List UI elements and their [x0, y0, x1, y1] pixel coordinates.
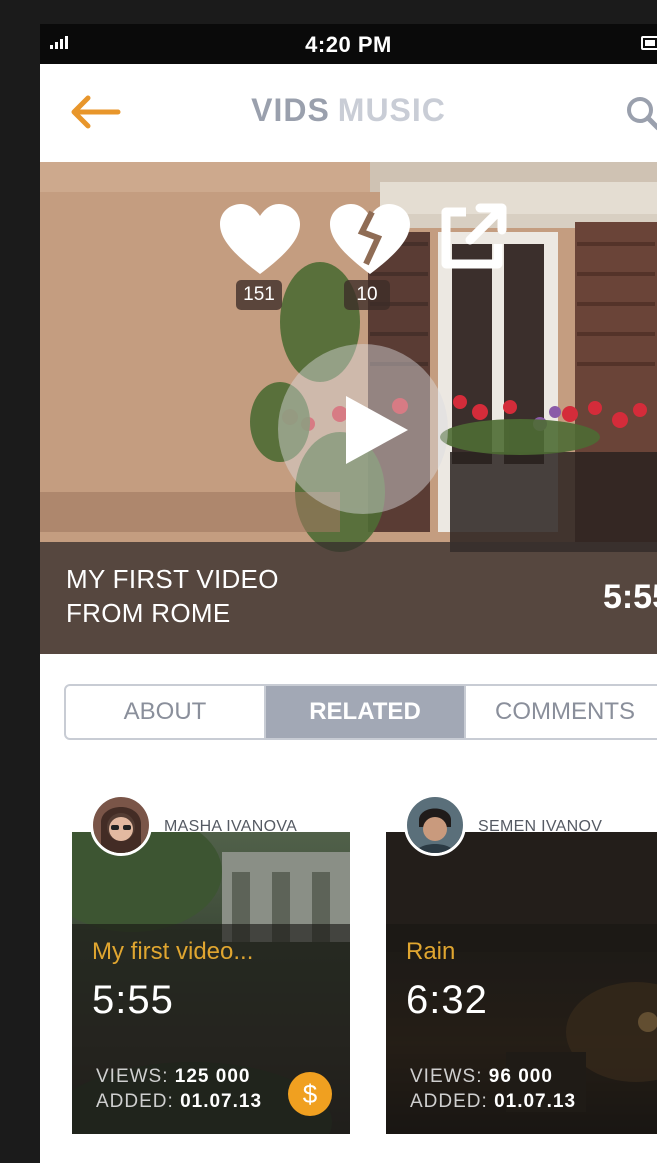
tab-comments[interactable]: COMMENTS — [466, 686, 657, 738]
avatar-image — [407, 797, 463, 853]
broken-heart-icon[interactable] — [328, 202, 412, 278]
video-title: My first video... — [92, 938, 254, 965]
author-name[interactable]: SEMEN IVANOV — [478, 818, 602, 836]
video-duration: 6:32 — [406, 978, 488, 1022]
share-icon[interactable] — [436, 202, 512, 274]
play-icon — [346, 396, 408, 464]
video-title: Rain — [406, 938, 456, 965]
avatar[interactable] — [90, 794, 152, 856]
author-name[interactable]: MASHA IVANOVA — [164, 818, 297, 836]
phone-screen: 4:20 PM VIDS MUSIC 151 10 MY FIRST VIDEO… — [40, 24, 657, 1163]
tab-vids[interactable]: VIDS — [251, 92, 330, 128]
video-caption-bar: MY FIRST VIDEO FROM ROME 5:55 — [40, 542, 657, 654]
nav-bar: VIDS MUSIC — [40, 64, 657, 162]
dislikes-count: 10 — [344, 280, 390, 310]
play-button[interactable] — [278, 344, 448, 514]
related-video-card[interactable]: My first video... 5:55 VIEWS: 125 000 AD… — [72, 794, 350, 1134]
search-icon[interactable] — [624, 94, 657, 134]
likes-count: 151 — [236, 280, 282, 310]
video-title: MY FIRST VIDEO FROM ROME — [66, 564, 279, 628]
video-player[interactable]: 151 10 MY FIRST VIDEO FROM ROME 5:55 — [40, 162, 657, 654]
battery-icon — [641, 36, 657, 50]
avatar[interactable] — [404, 794, 466, 856]
tab-about[interactable]: ABOUT — [66, 686, 266, 738]
video-duration: 5:55 — [602, 578, 657, 616]
video-meta: VIEWS: 96 000 ADDED: 01.07.13 — [410, 1066, 577, 1112]
video-info-overlay: Rain 6:32 VIEWS: 96 000 ADDED: 01.07.13 — [386, 924, 657, 1134]
tab-music[interactable]: MUSIC — [338, 92, 446, 128]
status-time: 4:20 PM — [305, 32, 392, 57]
avatar-image — [93, 797, 149, 853]
tab-related[interactable]: RELATED — [266, 686, 466, 738]
dollar-coin-icon[interactable]: $ — [288, 1072, 332, 1116]
heart-icon[interactable] — [218, 202, 302, 278]
segmented-tabs: ABOUT RELATED COMMENTS — [64, 684, 657, 740]
app-title: VIDS MUSIC — [40, 92, 657, 129]
status-bar: 4:20 PM — [40, 24, 657, 64]
video-meta: VIEWS: 125 000 ADDED: 01.07.13 — [96, 1066, 263, 1112]
video-thumbnail[interactable]: My first video... 5:55 VIEWS: 125 000 AD… — [72, 832, 350, 1134]
video-duration: 5:55 — [92, 978, 174, 1022]
video-thumbnail[interactable]: Rain 6:32 VIEWS: 96 000 ADDED: 01.07.13 — [386, 832, 657, 1134]
related-video-card[interactable]: Rain 6:32 VIEWS: 96 000 ADDED: 01.07.13 … — [386, 794, 657, 1134]
